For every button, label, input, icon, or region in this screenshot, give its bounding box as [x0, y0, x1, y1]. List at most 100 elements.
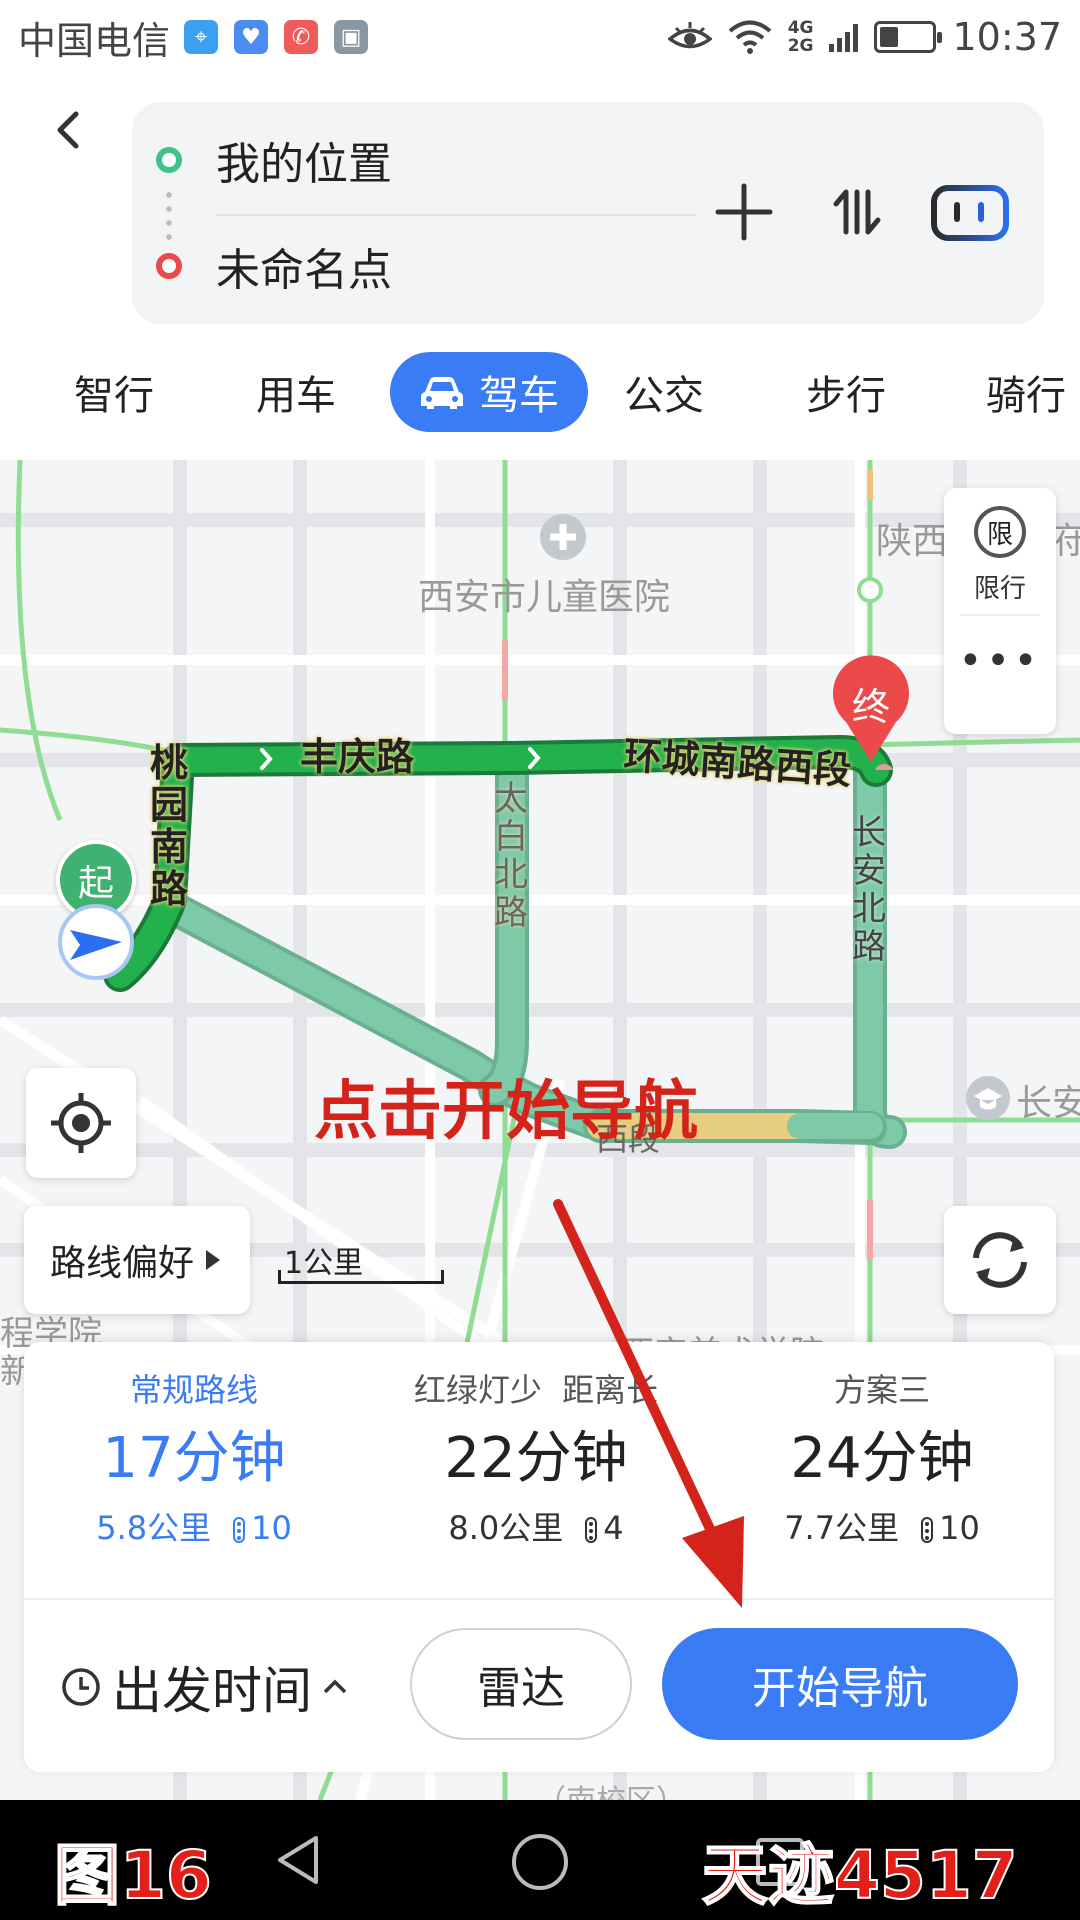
assistant-icon	[931, 185, 1009, 241]
origin-dot-icon	[156, 147, 182, 173]
plan-1-name: 常规路线	[129, 1371, 258, 1409]
nav-home-icon[interactable]	[508, 1830, 572, 1894]
plan-1-time: 17分钟	[102, 1426, 286, 1491]
poi-top-right-label: 陕西	[876, 521, 949, 562]
wifi-icon	[728, 20, 771, 54]
tab-driving[interactable]: 驾车	[390, 352, 588, 432]
phone-app-icon: ✆	[284, 20, 319, 54]
restriction-label[interactable]: 限行	[944, 568, 1056, 605]
triangle-right-icon	[206, 1250, 220, 1270]
panel-divider	[960, 614, 1040, 616]
battery-fill	[880, 27, 899, 47]
poi-hospital-label: 西安市儿童医院	[418, 577, 671, 618]
clock: 10:37	[952, 15, 1062, 59]
restriction-glyph: 限	[986, 519, 1013, 550]
map-app-icon: ⌖	[184, 20, 219, 54]
battery-icon	[874, 21, 943, 53]
departure-time-button[interactable]: 出发时间	[60, 1642, 350, 1732]
plan-1-distance: 5.8公里	[96, 1509, 212, 1547]
status-bar: 中国电信 ⌖ ♥ ✆ ▣ 4G 2G 10:37	[0, 0, 1080, 74]
clock-icon	[62, 1668, 100, 1706]
chevron-up-icon	[323, 1679, 347, 1694]
refresh-route-button[interactable]	[944, 1206, 1056, 1314]
tab-walking-label: 步行	[806, 373, 886, 419]
my-location-arrow-icon	[58, 904, 134, 980]
nav-back-icon[interactable]	[268, 1830, 328, 1890]
school-icon	[966, 1076, 1010, 1120]
car-icon	[421, 377, 463, 409]
traffic-restriction-panel: 限 限行 •••	[944, 488, 1056, 734]
poi-right-label: 长安	[1016, 1083, 1080, 1124]
tab-driving-label: 驾车	[479, 373, 559, 419]
route-separator	[216, 214, 696, 216]
signal-icon	[829, 22, 859, 52]
plus-icon	[715, 183, 773, 241]
plan-3-distance: 7.7公里	[784, 1509, 900, 1547]
crosshair-icon	[51, 1093, 111, 1153]
watermark-right: 天迹4517	[701, 1836, 1019, 1915]
more-options-button[interactable]: •••	[944, 638, 1056, 684]
tab-ride-hailing-label: 用车	[256, 373, 336, 419]
voice-assistant-button[interactable]	[928, 174, 1012, 250]
back-button[interactable]	[40, 100, 100, 160]
road-label-changan: 长安北路	[852, 813, 886, 967]
eye-icon	[667, 22, 712, 49]
origin-text: 我的位置	[216, 139, 392, 190]
route-options-panel: 常规路线 17分钟 5.8公里 10 红绿灯少 距离长 22分钟 8.0公里 4 方…	[24, 1342, 1054, 1772]
network-2g-label: 2G	[787, 36, 814, 56]
road-label-taibai: 太白北路	[494, 779, 528, 933]
add-waypoint-button[interactable]	[706, 174, 782, 250]
destination-row[interactable]: 未命名点	[156, 226, 392, 306]
tab-smart[interactable]: 智行	[44, 352, 184, 432]
hospital-icon	[540, 514, 586, 560]
system-nav-bar: 图16 天迹4517	[0, 1800, 1080, 1920]
tab-walking[interactable]: 步行	[776, 352, 916, 432]
route-preference-button[interactable]: 路线偏好	[24, 1206, 250, 1314]
radar-button[interactable]: 雷达	[410, 1628, 632, 1740]
start-marker-label: 起	[77, 863, 114, 904]
map-scale: 1公里	[278, 1238, 444, 1284]
start-navigation-label: 开始导航	[752, 1663, 928, 1714]
refresh-icon	[973, 1232, 1027, 1288]
gallery-app-icon: ▣	[334, 20, 369, 54]
road-label-fengqing: 丰庆路	[300, 735, 415, 779]
traffic-light-icon	[921, 1517, 934, 1543]
poi-bottom-small: （南校区）	[536, 1776, 686, 1800]
route-input-card: 我的位置 未命名点	[132, 102, 1044, 324]
destination-text: 未命名点	[216, 245, 392, 296]
end-marker-label: 终	[851, 685, 890, 729]
traffic-light-icon	[233, 1517, 246, 1543]
route-preference-label: 路线偏好	[49, 1243, 194, 1284]
road-label-taoyuan: 桃园南路	[150, 741, 189, 911]
destination-dot-icon	[156, 253, 182, 279]
departure-time-label: 出发时间	[112, 1662, 312, 1720]
locate-me-button[interactable]	[26, 1068, 136, 1178]
annotation-text: 点击开始导航	[314, 1075, 698, 1149]
tab-transit[interactable]: 公交	[594, 352, 734, 432]
scale-bar	[278, 1270, 444, 1284]
network-type: 4G 2G	[788, 19, 814, 55]
start-navigation-button[interactable]: 开始导航	[662, 1628, 1018, 1740]
tab-cycling[interactable]: 骑行	[960, 352, 1080, 432]
tab-transit-label: 公交	[624, 373, 704, 419]
swap-route-button[interactable]	[820, 174, 896, 250]
watermark-left: 图16	[53, 1836, 213, 1915]
plan-1-details: 5.8公里 10	[24, 1500, 364, 1556]
panel-divider	[24, 1598, 1054, 1600]
carrier-label: 中国电信	[18, 18, 171, 63]
tab-ride-hailing[interactable]: 用车	[226, 352, 366, 432]
annotation-arrow-icon	[553, 1199, 744, 1608]
plan-3-lights: 10	[939, 1509, 980, 1547]
tab-cycling-label: 骑行	[986, 373, 1066, 419]
radar-label: 雷达	[477, 1663, 565, 1714]
tab-smart-label: 智行	[74, 373, 154, 419]
restriction-icon[interactable]: 限	[974, 506, 1026, 558]
swap-icon	[833, 189, 881, 235]
chevron-left-icon	[57, 111, 79, 149]
plan-1-lights: 10	[251, 1509, 292, 1547]
origin-row[interactable]: 我的位置	[156, 120, 392, 200]
route-plan-1[interactable]: 常规路线 17分钟 5.8公里 10	[24, 1362, 364, 1556]
network-4g-label: 4G	[787, 18, 814, 38]
transport-mode-tabs: 智行 用车 驾车 公交 步行 骑行	[0, 352, 1080, 436]
health-app-icon: ♥	[234, 20, 269, 54]
